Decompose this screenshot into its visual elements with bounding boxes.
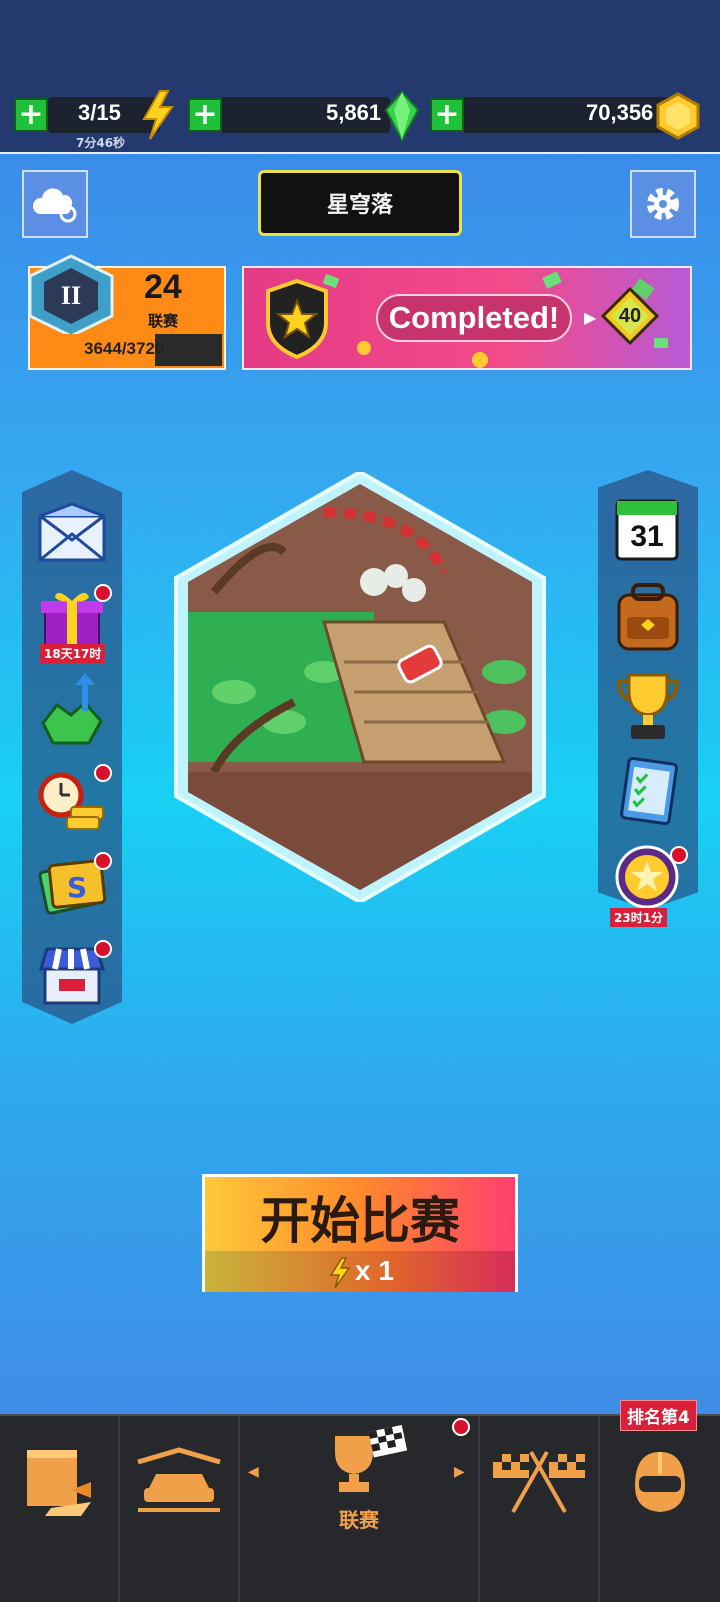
settings-button[interactable] xyxy=(630,170,696,238)
trophy-icon xyxy=(617,673,679,739)
gems-value: 5,861 xyxy=(326,100,382,125)
league-label: 联赛 xyxy=(148,312,179,330)
event-status-text: Completed! xyxy=(388,300,560,335)
add-coins-button[interactable]: + xyxy=(430,98,464,132)
shop-notification-dot xyxy=(94,940,112,958)
coins-value: 70,356 xyxy=(586,100,654,125)
league-progress-text: 3644/3720 xyxy=(84,339,165,358)
start-race-button[interactable]: 开始比赛 x 1 xyxy=(202,1174,518,1292)
completed-pill: Completed! xyxy=(376,294,572,342)
crossed-flags-icon xyxy=(493,1451,585,1513)
start-lightning-icon xyxy=(329,1257,351,1293)
reward-diamond: 40 xyxy=(600,286,660,346)
backpack-icon xyxy=(617,583,679,651)
league-rank-emblem: II xyxy=(22,252,120,340)
tab-profile[interactable] xyxy=(600,1416,720,1602)
league-rank-numeral: II xyxy=(60,281,82,310)
tab-cars[interactable] xyxy=(120,1416,240,1602)
league-tab-notification-dot xyxy=(452,1418,470,1436)
car-icon xyxy=(137,1447,221,1512)
gem-upgrade-icon xyxy=(41,673,103,745)
tab-races[interactable] xyxy=(480,1416,600,1602)
gem-icon xyxy=(382,88,422,144)
coin-icon xyxy=(652,90,704,142)
medal-timer: 23时1分 xyxy=(610,908,668,927)
reward-amount: 40 xyxy=(618,304,642,327)
trophy-flag-icon xyxy=(335,1424,408,1492)
calendar-button[interactable]: 31 xyxy=(612,494,682,564)
nav-right-arrow-icon[interactable]: ▶ xyxy=(454,1464,465,1480)
arrow-right-icon: ▶ xyxy=(584,308,597,327)
energy-timer: 7分46秒 xyxy=(76,136,126,150)
lightning-icon xyxy=(138,88,178,142)
checklist-icon xyxy=(620,757,678,826)
add-energy-button[interactable]: + xyxy=(14,98,48,132)
gift-timer: 18天17时 xyxy=(40,644,106,663)
svg-text:S: S xyxy=(67,871,87,904)
track-preview[interactable] xyxy=(174,469,546,905)
helmet-icon xyxy=(635,1452,685,1512)
tab-league-label: 联赛 xyxy=(339,1508,379,1532)
medal-notification-dot xyxy=(670,846,688,864)
mail-icon xyxy=(38,502,106,562)
add-gems-button[interactable]: + xyxy=(188,98,222,132)
tab-garage[interactable] xyxy=(0,1416,120,1602)
rank-badge: 排名第4 xyxy=(620,1400,697,1431)
tab-league[interactable]: 联赛 ◀ ▶ xyxy=(240,1416,480,1602)
nav-left-arrow-icon[interactable]: ◀ xyxy=(248,1464,259,1480)
tasks-button[interactable] xyxy=(614,756,682,828)
gift-notification-dot xyxy=(94,584,112,602)
cloud-sync-icon xyxy=(32,188,77,223)
start-race-cost: x 1 xyxy=(355,1255,394,1286)
backpack-button[interactable] xyxy=(612,580,684,654)
star-shield-icon xyxy=(262,278,332,360)
gear-icon xyxy=(647,188,679,220)
start-race-label: 开始比赛 xyxy=(260,1192,460,1250)
league-level: 24 xyxy=(144,268,182,306)
garage-icon xyxy=(27,1450,91,1516)
trophy-button[interactable] xyxy=(616,668,680,742)
track-name-plate: 星穹落 xyxy=(258,170,462,236)
energy-value: 3/15 xyxy=(78,100,121,125)
cloud-sync-button[interactable] xyxy=(22,170,88,238)
mail-button[interactable] xyxy=(34,498,110,566)
gem-upgrade-button[interactable] xyxy=(36,670,108,746)
timed-coins-notification-dot xyxy=(94,764,112,782)
season-pass-notification-dot xyxy=(94,852,112,870)
calendar-day: 31 xyxy=(630,520,664,553)
track-name: 星穹落 xyxy=(326,193,393,218)
